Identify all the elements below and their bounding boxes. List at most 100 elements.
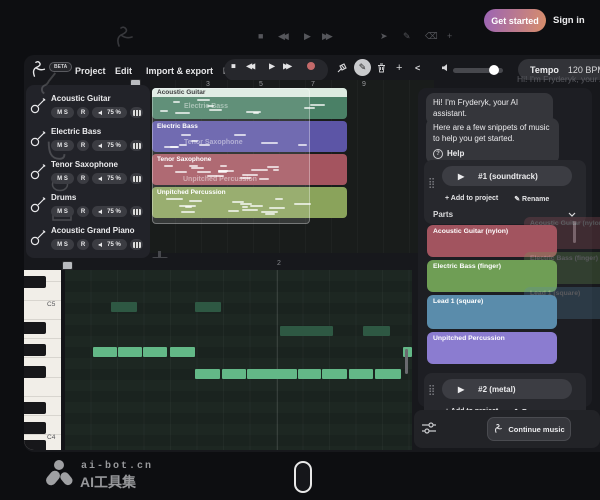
speaker-icon [98, 209, 104, 215]
drag-handle-icon[interactable]: ⣿ [428, 178, 435, 189]
drag-overlay-window: Electric Bass Tenor Saxophone Unpitched … [152, 88, 310, 224]
track-row-acoustic-guitar[interactable]: Acoustic Guitar M S R 75 % [26, 91, 150, 124]
track-volume[interactable]: 75 % [92, 206, 127, 217]
speaker-icon [98, 242, 104, 248]
ghost-stop-icon: ■ [258, 31, 263, 41]
track-volume[interactable]: 75 % [92, 173, 127, 184]
midi-note[interactable] [118, 347, 142, 357]
record-arm-button[interactable]: R [77, 107, 89, 118]
menu-import-export[interactable]: Import & export [146, 66, 213, 76]
mute-solo-buttons[interactable]: M S [51, 239, 74, 250]
tempo-label: Tempo [530, 65, 559, 75]
piano-keyboard[interactable]: C5 C4 [24, 270, 61, 450]
track-volume[interactable]: 75 % [92, 107, 127, 118]
midi-note[interactable] [375, 369, 401, 379]
watermark-url: ai-bot.cn [81, 461, 153, 472]
continue-music-button[interactable]: Continue music [487, 417, 571, 441]
app-window: BETA Project Edit Import & export Help ■… [24, 55, 600, 452]
arrangement-timeline[interactable]: 3 5 7 9 Acoustic Guitar Electric Bass Te… [150, 80, 434, 253]
stop-button[interactable]: ■ [231, 62, 236, 71]
record-arm-button[interactable]: R [77, 140, 89, 151]
instrument-keys-button[interactable] [130, 206, 143, 217]
midi-note[interactable] [143, 347, 167, 357]
midi-note[interactable] [170, 347, 195, 357]
volume-slider-knob[interactable] [489, 65, 499, 75]
trash-icon[interactable] [377, 63, 386, 73]
midi-grid[interactable] [65, 270, 412, 450]
midi-note[interactable] [195, 302, 221, 312]
volume-icon[interactable] [441, 64, 450, 73]
track-row-acoustic-grand-piano[interactable]: Acoustic Grand Piano M S R 75 % [26, 223, 150, 256]
ruler-bar-3: 3 [206, 81, 210, 88]
get-started-button[interactable]: Get started [484, 9, 546, 32]
ghost-pin-icon: ➤ [380, 31, 388, 42]
mute-solo-buttons[interactable]: M S [51, 140, 74, 151]
snippet-1-play[interactable]: ▶ #1 (soundtrack) [442, 166, 572, 186]
midi-note[interactable] [349, 369, 373, 379]
help-icon: ? [433, 149, 443, 159]
keyboard-icon [133, 176, 141, 182]
midi-note[interactable] [298, 369, 321, 379]
track-volume[interactable]: 75 % [92, 140, 127, 151]
play-button[interactable]: ▶ [269, 62, 275, 71]
menu-project[interactable]: Project [75, 66, 106, 76]
drag-handle-icon[interactable]: ⣿ [428, 385, 435, 396]
settings-sliders-icon[interactable] [422, 422, 436, 434]
midi-note[interactable] [222, 369, 246, 379]
pin-icon[interactable] [337, 63, 347, 73]
track-list: Acoustic Guitar M S R 75 % Electric Bass… [26, 85, 150, 258]
instrument-keys-button[interactable] [130, 107, 143, 118]
ghost-swan-logo-icon [112, 26, 138, 50]
menu-edit[interactable]: Edit [115, 66, 132, 76]
midi-note[interactable] [195, 369, 220, 379]
rewind-button[interactable]: ◀◀ [246, 62, 252, 71]
add-icon[interactable]: + [396, 62, 402, 74]
record-arm-button[interactable]: R [77, 239, 89, 250]
key-label-c5: C5 [47, 301, 55, 308]
ghost-part-electric-bass: Electric Bass (finger) [524, 252, 600, 284]
midi-note[interactable] [247, 369, 297, 379]
track-row-drums[interactable]: Drums M S R 75 % [26, 190, 150, 223]
mute-solo-buttons[interactable]: M S [51, 107, 74, 118]
piano-roll[interactable]: 2 C5 C4 [24, 258, 412, 450]
pencil-tool-button[interactable]: ✎ [354, 59, 371, 76]
record-arm-button[interactable]: R [77, 206, 89, 217]
rename-button[interactable]: ✎ Rename [514, 195, 549, 203]
instrument-keys-button[interactable] [130, 140, 143, 151]
ghost-assistant-text: Hi! I'm Fryderyk, your AI [517, 74, 600, 84]
ruler-bar-9: 9 [362, 81, 366, 88]
midi-note[interactable] [280, 326, 333, 336]
play-icon: ▶ [458, 385, 464, 394]
instrument-keys-button[interactable] [130, 239, 143, 250]
midi-note[interactable] [111, 302, 137, 312]
add-to-project-button[interactable]: + Add to project [445, 195, 498, 203]
track-row-electric-bass[interactable]: Electric Bass M S R 75 % [26, 124, 150, 157]
help-link[interactable]: ? Help [433, 149, 552, 160]
assistant-footer-bar: Continue music [414, 410, 600, 448]
ghost-pencil-icon: ✎ [403, 31, 411, 42]
ghost-play-icon: ▶ [304, 31, 311, 42]
midi-note[interactable] [93, 347, 117, 357]
ghost-part-acoustic-guitar: Acoustic Guitar (nylon) [524, 217, 600, 249]
record-button[interactable] [307, 62, 315, 70]
snap-icon[interactable]: < [415, 63, 420, 73]
instrument-icon [30, 97, 47, 114]
record-arm-button[interactable]: R [77, 173, 89, 184]
instrument-icon [30, 130, 47, 147]
midi-note[interactable] [322, 369, 347, 379]
part-unpitched-percussion[interactable]: Unpitched Percussion [427, 332, 557, 364]
sign-in-button[interactable]: Sign in [553, 15, 585, 26]
fast-forward-button[interactable]: ▶▶ [283, 62, 289, 71]
track-volume[interactable]: 75 % [92, 239, 127, 250]
instrument-keys-button[interactable] [130, 173, 143, 184]
mute-solo-buttons[interactable]: M S [51, 173, 74, 184]
snippet-card-1: ⣿ ▶ #1 (soundtrack) + Add to project ✎ R… [424, 160, 586, 224]
track-row-tenor-saxophone[interactable]: Tenor Saxophone M S R 75 % [26, 157, 150, 190]
piano-roll-scrollbar[interactable] [405, 349, 408, 374]
snippet-2-play[interactable]: ▶ #2 (metal) [442, 379, 572, 399]
mute-solo-buttons[interactable]: M S [51, 206, 74, 217]
ghost-fast-forward-icon: ▶▶ [322, 31, 330, 42]
instrument-icon [30, 229, 47, 246]
midi-note[interactable] [363, 326, 390, 336]
piano-roll-ruler: 2 [24, 258, 412, 270]
